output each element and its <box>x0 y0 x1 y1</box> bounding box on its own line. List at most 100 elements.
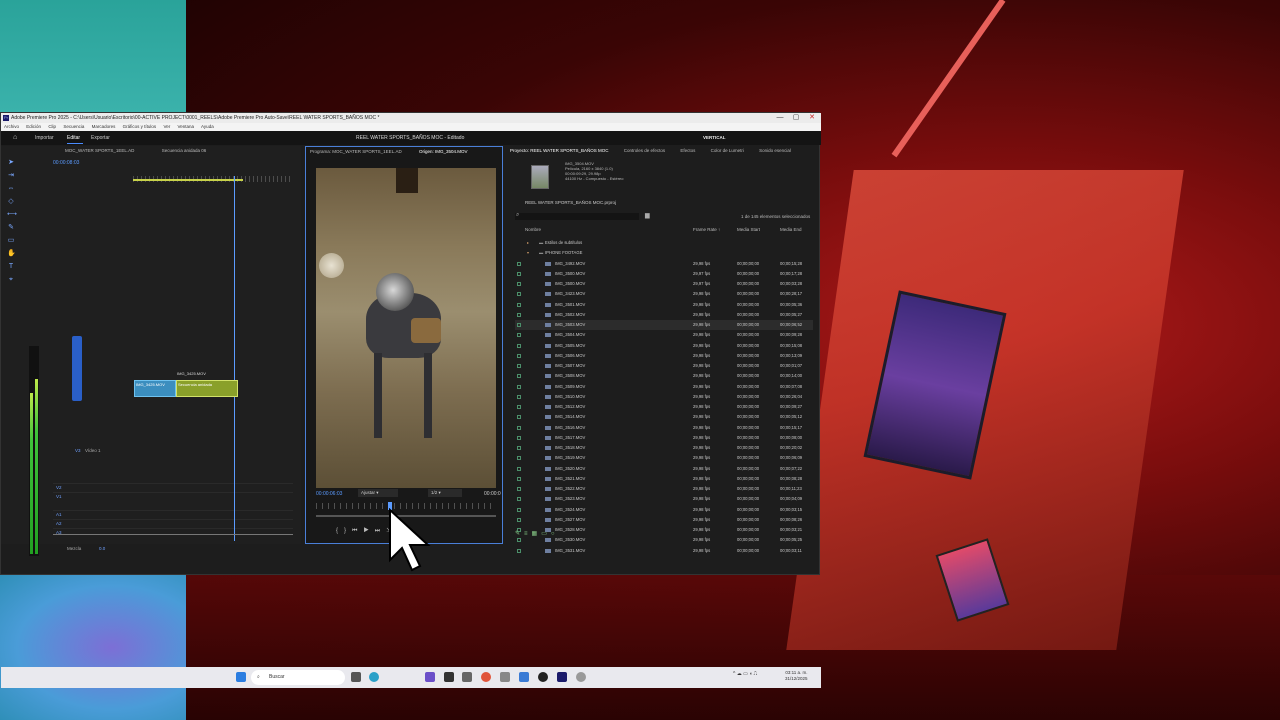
menu-item-marcadores[interactable]: Marcadores <box>92 124 116 129</box>
play-icon[interactable]: ▶ <box>363 528 374 534</box>
menu-item-secuencia[interactable]: Secuencia <box>63 124 84 129</box>
label-color-swatch[interactable] <box>517 323 521 327</box>
mark-out-icon[interactable]: } <box>344 528 352 534</box>
file-row[interactable]: IMG_3502.MOV 29,98 fps 00;00;00;00 00;00;05… <box>515 310 813 320</box>
hand-tool-icon[interactable]: ✋ <box>7 250 16 258</box>
file-row[interactable]: IMG_3530.MOV 29,98 fps 00;00;00;00 00;00;05… <box>515 535 813 545</box>
monitor-timecode[interactable]: 00:00:06:03 <box>316 491 342 497</box>
taskbar-search[interactable]: ⌕ Buscar <box>251 670 345 685</box>
label-color-swatch[interactable] <box>517 538 521 543</box>
freeform-view-icon[interactable]: ▭ <box>541 531 551 537</box>
icon-view-icon[interactable]: ▦ <box>532 531 542 537</box>
work-area-bar[interactable] <box>133 179 243 181</box>
tab-program[interactable]: Programa: MOC_WATER SPORTS_1EEL.AD <box>310 149 402 154</box>
tab-source[interactable]: Origen: IMG_3504.MOV <box>419 149 468 154</box>
file-row[interactable]: IMG_3522.MOV 29,98 fps 00;00;00;00 00;00;11… <box>515 484 813 494</box>
zoom-slider-icon[interactable]: ○ <box>551 531 559 537</box>
col-frame-rate[interactable]: Frame Rate ↑ <box>693 227 720 232</box>
file-row[interactable]: IMG_3519.MOV 29,98 fps 00;00;00;00 00;00;06… <box>515 453 813 463</box>
col-name[interactable]: Nombre <box>525 227 541 232</box>
selection-tool-icon[interactable]: ➤ <box>7 159 15 167</box>
label-color-swatch[interactable] <box>517 425 521 430</box>
tab-timeline-sequence[interactable]: MOC_WATER SPORTS_1EEL.AD <box>65 148 134 153</box>
type-tool-icon[interactable]: T <box>7 263 15 271</box>
pencil-icon[interactable]: ✎ <box>515 531 524 537</box>
label-color-swatch[interactable] <box>517 271 521 276</box>
new-bin-icon[interactable]: ▆ <box>645 212 650 219</box>
timeline-scrollbar[interactable] <box>53 534 293 537</box>
file-row[interactable]: IMG_3510.MOV 29,98 fps 00;00;00;00 00;00;26… <box>515 392 813 402</box>
menu-item-ver[interactable]: Ver <box>163 124 170 129</box>
label-color-swatch[interactable] <box>517 282 521 286</box>
clip-thumbnail[interactable] <box>531 165 549 189</box>
zoom-fit-select[interactable]: Ajustar ▾ <box>358 489 398 497</box>
label-color-swatch[interactable] <box>517 405 521 409</box>
file-row[interactable]: IMG_3524.MOV 29,98 fps 00;00;00;00 00;00;03… <box>515 505 813 515</box>
playback-resolution-select[interactable]: 1/2 ▾ <box>428 489 462 497</box>
workspace-layout-label[interactable]: VERTICAL <box>703 131 726 145</box>
close-button[interactable]: ✕ <box>805 113 819 123</box>
folder-row[interactable]: ▾ ▬ IPHONE FOOTAGE <box>515 248 813 258</box>
project-search-input[interactable]: ⌕ <box>515 212 639 220</box>
file-row[interactable]: IMG_3516.MOV 29,98 fps 00;00;00;00 00;00;15… <box>515 423 813 433</box>
rectangle-tool-icon[interactable]: ▭ <box>7 237 15 245</box>
file-row[interactable]: IMG_3523.MOV 29,98 fps 00;00;00;00 00;00;04… <box>515 494 813 504</box>
home-icon[interactable]: ⌂ <box>13 131 17 145</box>
app-icon[interactable] <box>444 672 454 682</box>
file-row[interactable]: IMG_3517.MOV 29,98 fps 00;00;00;00 00;00;08… <box>515 433 813 443</box>
file-row[interactable]: IMG_3505.MOV 29,98 fps 00;00;00;00 00;00;15… <box>515 341 813 351</box>
timeline-timecode[interactable]: 00:00:08:03 <box>53 160 79 166</box>
label-color-swatch[interactable] <box>517 364 521 368</box>
label-color-swatch[interactable] <box>517 353 521 358</box>
timeline-clip-video[interactable]: IMG_3425.MOV <box>134 380 176 397</box>
track-select-icon[interactable]: ⇥ <box>7 172 15 180</box>
tab-effect-controls[interactable]: Controles de efectos <box>624 148 665 153</box>
tab-effects[interactable]: Efectos <box>680 148 695 153</box>
premiere-taskbar-icon[interactable] <box>557 672 567 682</box>
timeline-playhead[interactable] <box>234 176 235 541</box>
chrome-icon[interactable] <box>481 672 491 682</box>
slip-tool-icon[interactable]: ⟷ <box>7 211 17 219</box>
file-row[interactable]: IMG_3504.MOV 29,98 fps 00;00;00;00 00;00;09… <box>515 330 813 340</box>
menu-item-archivo[interactable]: Archivo <box>4 124 19 129</box>
label-color-swatch[interactable] <box>517 333 521 338</box>
label-color-swatch[interactable] <box>517 476 521 481</box>
file-row[interactable]: IMG_3507.MOV 29,98 fps 00;00;00;00 00;00;01… <box>515 361 813 371</box>
file-row[interactable]: IMG_3506.MOV 29,98 fps 00;00;00;00 00;00;13… <box>515 351 813 361</box>
file-row[interactable]: IMG_3508.MOV 29,98 fps 00;00;00;00 00;00;14… <box>515 371 813 381</box>
file-row[interactable]: IMG_3521.MOV 29,98 fps 00;00;00;00 00;00;08… <box>515 474 813 484</box>
taskbar-clock[interactable]: 03:11 a. m. 31/12/2025 <box>785 670 808 682</box>
file-row[interactable]: IMG_3501.MOV 29,98 fps 00;00;00;00 00;00;05… <box>515 300 813 310</box>
file-row[interactable]: IMG_3531.MOV 29,98 fps 00;00;00;00 00;00;03… <box>515 546 813 556</box>
settings-icon[interactable] <box>576 672 586 682</box>
label-color-swatch[interactable] <box>517 487 521 491</box>
track-label-v3[interactable]: V3 <box>75 448 81 453</box>
title-bar[interactable]: Pr Adobe Premiere Pro 2025 - C:\Users\Us… <box>1 113 821 123</box>
label-color-swatch[interactable] <box>517 466 521 471</box>
marker-tool-icon[interactable]: ⌖ <box>7 276 15 284</box>
app-icon[interactable] <box>425 672 435 682</box>
label-color-swatch[interactable] <box>517 292 521 297</box>
label-color-swatch[interactable] <box>517 456 521 461</box>
app-icon[interactable] <box>519 672 529 682</box>
mark-in-icon[interactable]: { <box>336 528 344 534</box>
menu-item-ayuda[interactable]: Ayuda <box>201 124 214 129</box>
step-back-icon[interactable]: ⏮ <box>352 528 363 534</box>
label-color-swatch[interactable] <box>517 374 521 379</box>
label-color-swatch[interactable] <box>517 312 521 317</box>
folder-row[interactable]: ▸ ▬ Estilos de subtítulos <box>515 238 813 248</box>
expand-triangle-icon[interactable]: ▸ <box>527 238 529 248</box>
timeline-clip-nested[interactable]: Secuencia anidada <box>176 380 238 397</box>
label-color-swatch[interactable] <box>517 517 521 522</box>
file-row[interactable]: IMG_3509.MOV 29,98 fps 00;00;00;00 00;00;07… <box>515 382 813 392</box>
file-row[interactable]: IMG_3512.MOV 29,98 fps 00;00;00;00 00;00;09… <box>515 402 813 412</box>
tab-lumetri-color[interactable]: Color de Lumetri <box>711 148 744 153</box>
label-color-swatch[interactable] <box>517 343 521 348</box>
menu-item-edicion[interactable]: Edición <box>26 124 41 129</box>
start-menu-icon[interactable] <box>236 672 246 682</box>
label-color-swatch[interactable] <box>517 302 521 307</box>
task-view-icon[interactable] <box>351 672 361 682</box>
menu-item-clip[interactable]: Clip <box>48 124 56 129</box>
file-row[interactable]: IMG_3423.MOV 29,98 fps 00;00;00;00 00;00;28… <box>515 289 813 299</box>
label-color-swatch[interactable] <box>517 261 521 266</box>
